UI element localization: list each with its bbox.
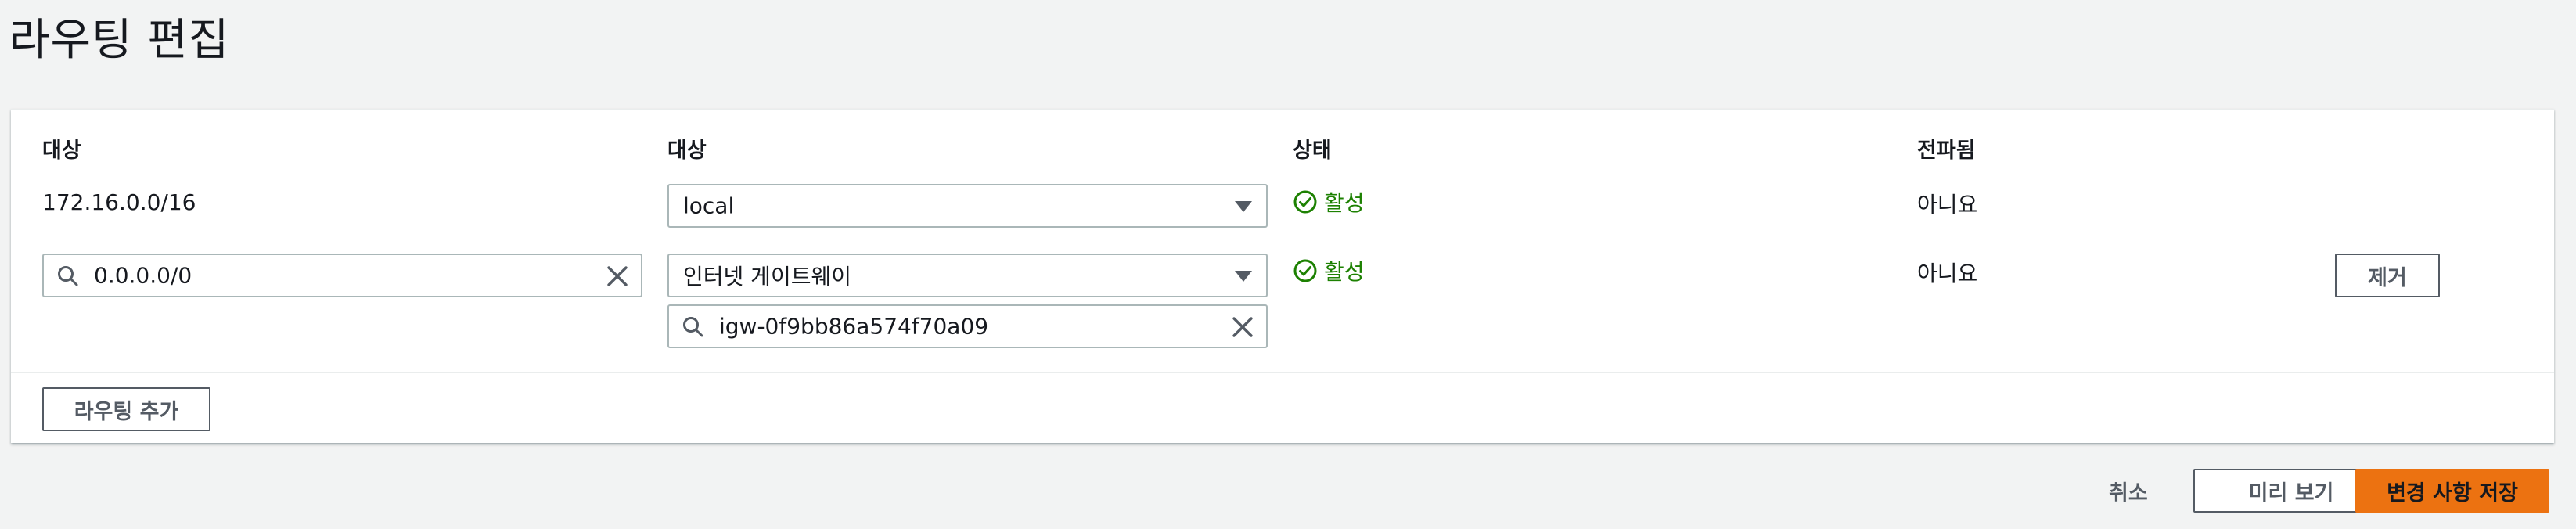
route-2-propagated: 아니요	[1917, 261, 1978, 286]
route-2-target-value: 인터넷 게이트웨이	[683, 264, 851, 290]
col-header-destination: 대상	[42, 139, 81, 163]
route-1-status: 활성	[1293, 186, 1365, 218]
clear-icon[interactable]	[605, 264, 630, 289]
route-2-target-id-value: igw-0f9bb86a574f70a09	[719, 313, 989, 340]
search-icon	[58, 266, 78, 286]
route-2-status-label: 활성	[1324, 259, 1365, 285]
status-ok-icon	[1293, 190, 1317, 214]
save-changes-button[interactable]: 변경 사항 저장	[2355, 469, 2549, 513]
panel-divider	[11, 372, 2554, 373]
route-2-status: 활성	[1293, 255, 1365, 286]
route-2-target-select[interactable]: 인터넷 게이트웨이	[667, 254, 1268, 297]
page-title: 라우팅 편집	[9, 15, 230, 66]
clear-icon[interactable]	[1230, 315, 1255, 340]
col-header-propagated: 전파됨	[1917, 139, 1976, 163]
cancel-button[interactable]: 취소	[2109, 476, 2148, 506]
add-route-button[interactable]: 라우팅 추가	[42, 387, 210, 431]
dropdown-caret-icon	[1235, 201, 1252, 212]
status-ok-icon	[1293, 259, 1317, 282]
route-2-target-id-input[interactable]: igw-0f9bb86a574f70a09	[667, 304, 1268, 348]
dropdown-caret-icon	[1235, 271, 1252, 282]
remove-route-button[interactable]: 제거	[2335, 254, 2440, 297]
route-1-propagated: 아니요	[1917, 192, 1978, 218]
route-2-destination-value: 0.0.0.0/0	[94, 262, 192, 289]
route-1-target-select[interactable]: local	[667, 184, 1268, 228]
route-1-destination: 172.16.0.0/16	[42, 189, 196, 215]
col-header-status: 상태	[1293, 139, 1332, 163]
route-1-status-label: 활성	[1324, 190, 1365, 216]
col-header-target: 대상	[667, 139, 707, 163]
search-icon	[683, 317, 703, 337]
route-2-destination-input[interactable]: 0.0.0.0/0	[42, 254, 642, 297]
route-1-target-value: local	[683, 193, 735, 219]
